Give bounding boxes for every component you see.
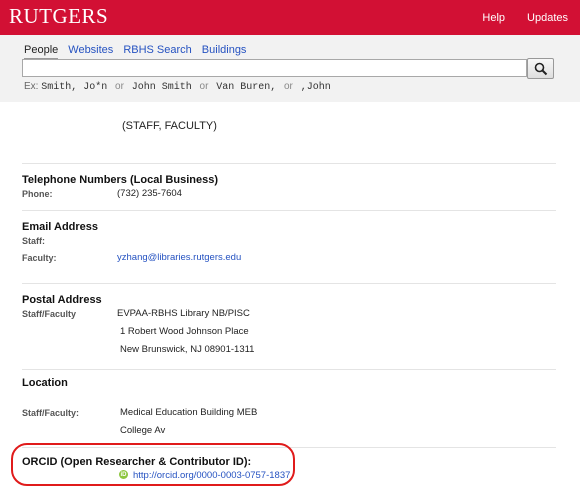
hint-or: or bbox=[115, 81, 124, 92]
search-tabs: People Websites RBHS Search Buildings bbox=[24, 44, 246, 60]
top-header: RUTGERS Help Updates bbox=[0, 0, 580, 35]
orcid-link[interactable]: http://orcid.org/0000-0003-0757-1837 bbox=[133, 470, 290, 481]
hint-or: or bbox=[284, 81, 293, 92]
email-heading: Email Address bbox=[22, 221, 99, 233]
postal-line: New Brunswick, NJ 08901-1311 bbox=[120, 344, 255, 355]
divider bbox=[22, 210, 556, 211]
hint-example: Van Buren, bbox=[216, 82, 277, 93]
location-line: College Av bbox=[120, 425, 166, 436]
hint-or: or bbox=[199, 81, 209, 92]
rutgers-logo[interactable]: RUTGERS bbox=[9, 4, 108, 29]
divider bbox=[22, 369, 556, 370]
email-faculty-label: Faculty: bbox=[22, 253, 57, 263]
hint-example: John Smith bbox=[131, 82, 192, 93]
profile-title: (STAFF, FACULTY) bbox=[122, 120, 217, 132]
postal-line: EVPAA-RBHS Library NB/PISC bbox=[117, 308, 250, 319]
hint-prefix: Ex: bbox=[24, 81, 39, 92]
email-staff-label: Staff: bbox=[22, 236, 45, 246]
search-input[interactable] bbox=[22, 59, 527, 77]
search-button[interactable] bbox=[527, 58, 554, 79]
tab-buildings[interactable]: Buildings bbox=[202, 44, 247, 60]
hint-example: ,John bbox=[300, 82, 331, 93]
help-link[interactable]: Help bbox=[482, 12, 505, 24]
tab-rbhs-search[interactable]: RBHS Search bbox=[123, 44, 191, 60]
hint-example: Smith, Jo*n bbox=[41, 82, 108, 93]
telephone-heading: Telephone Numbers (Local Business) bbox=[22, 174, 219, 186]
search-panel: People Websites RBHS Search Buildings Ex… bbox=[0, 35, 580, 102]
top-nav: Help Updates bbox=[482, 0, 580, 35]
orcid-icon: iD bbox=[119, 470, 128, 479]
postal-label: Staff/Faculty bbox=[22, 309, 77, 319]
updates-link[interactable]: Updates bbox=[527, 12, 568, 24]
tab-websites[interactable]: Websites bbox=[68, 44, 113, 60]
tab-people[interactable]: People bbox=[24, 44, 59, 60]
postal-line: 1 Robert Wood Johnson Place bbox=[120, 326, 249, 337]
location-heading: Location bbox=[22, 377, 68, 389]
divider bbox=[22, 283, 556, 284]
search-hint: Ex: Smith, Jo*n or John Smith or Van Bur… bbox=[24, 81, 331, 93]
location-label: Staff/Faculty: bbox=[22, 408, 80, 418]
search-icon bbox=[534, 62, 547, 75]
orcid-heading: ORCID (Open Researcher & Contributor ID)… bbox=[22, 456, 252, 468]
phone-value: (732) 235-7604 bbox=[117, 188, 182, 199]
phone-label: Phone: bbox=[22, 189, 53, 199]
divider bbox=[22, 163, 556, 164]
location-line: Medical Education Building MEB bbox=[120, 407, 258, 418]
faculty-email-link[interactable]: yzhang@libraries.rutgers.edu bbox=[117, 252, 241, 263]
postal-heading: Postal Address bbox=[22, 294, 102, 306]
